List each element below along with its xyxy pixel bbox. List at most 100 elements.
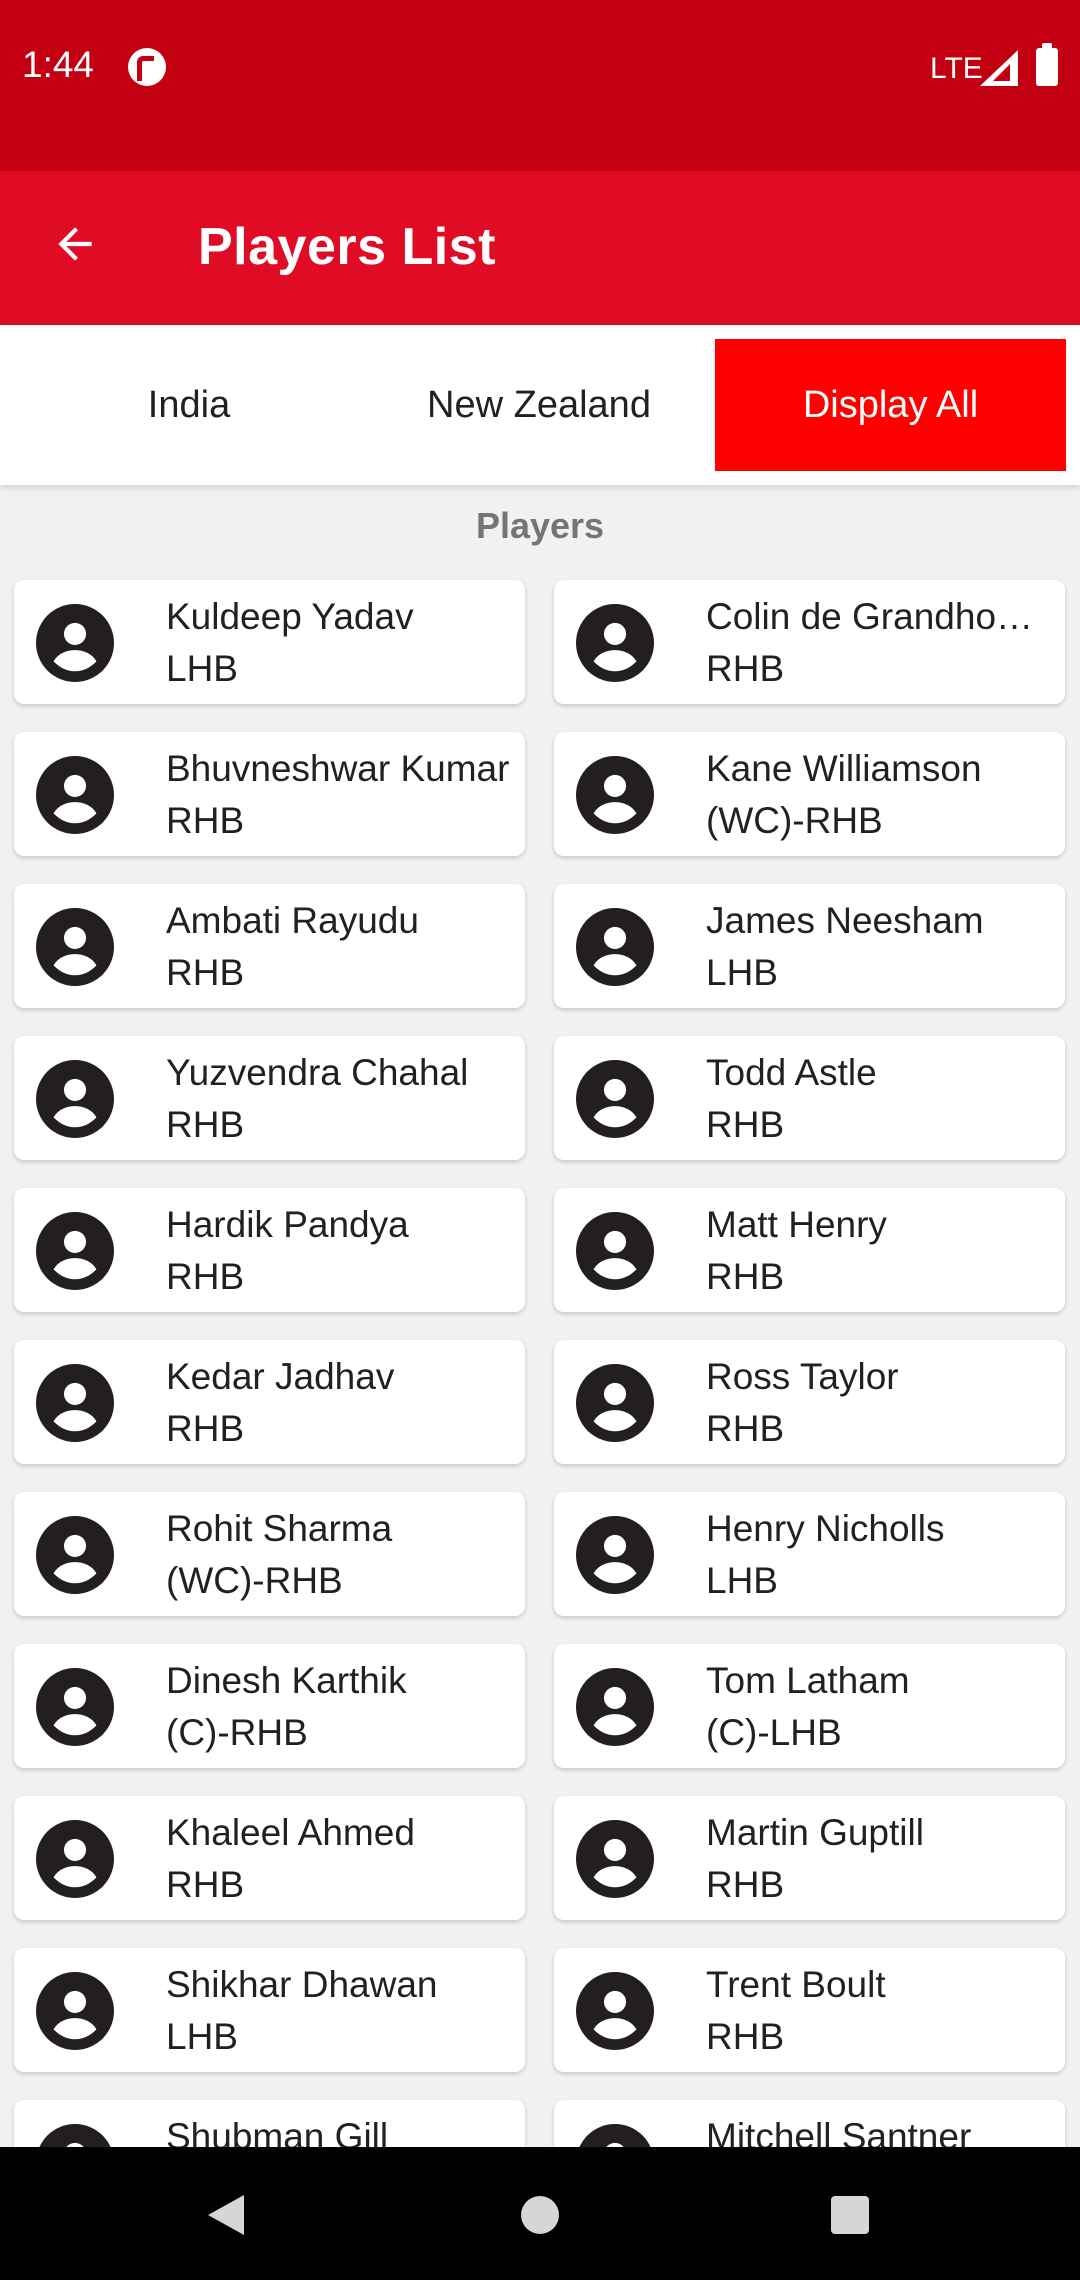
player-card[interactable]: Martin Guptill RHB <box>554 1796 1065 1920</box>
player-name: James Neesham <box>706 900 984 941</box>
account-circle-icon <box>36 756 114 834</box>
player-name: Rohit Sharma <box>166 1508 393 1549</box>
player-name: Colin de Grandhomme <box>706 596 1056 637</box>
tab-display-all[interactable]: Display All <box>715 339 1066 471</box>
player-row: Ambati Rayudu RHB James Neesham LHB <box>0 884 1080 1036</box>
page-title: Players List <box>198 218 496 276</box>
tab-new-zealand[interactable]: New Zealand <box>364 339 714 471</box>
player-role: RHB <box>706 1104 785 1145</box>
account-circle-icon <box>576 1060 654 1138</box>
player-row: Shubman Gill Mitchell Santner <box>0 2100 1080 2147</box>
player-card[interactable]: Rohit Sharma (WC)-RHB <box>14 1492 525 1616</box>
arrow-back-icon <box>58 227 92 261</box>
player-role: RHB <box>706 648 785 689</box>
player-card[interactable]: Khaleel Ahmed RHB <box>14 1796 525 1920</box>
player-name: Khaleel Ahmed <box>166 1812 415 1853</box>
account-circle-icon <box>576 1820 654 1898</box>
player-role: RHB <box>706 1256 785 1297</box>
player-role: RHB <box>706 1408 785 1449</box>
account-circle-icon <box>576 1972 654 2050</box>
player-name: Martin Guptill <box>706 1812 924 1853</box>
player-card[interactable]: Shubman Gill <box>14 2100 525 2147</box>
player-role: (WC)-RHB <box>166 1560 343 1601</box>
account-circle-icon <box>36 1364 114 1442</box>
player-card[interactable]: Mitchell Santner <box>554 2100 1065 2147</box>
section-title: Players <box>475 505 605 546</box>
player-card[interactable]: James Neesham LHB <box>554 884 1065 1008</box>
app-bar: Players List <box>0 171 1080 325</box>
player-row: Rohit Sharma (WC)-RHB Henry Nicholls LHB <box>0 1492 1080 1644</box>
account-circle-icon <box>36 908 114 986</box>
account-circle-icon <box>576 2124 654 2147</box>
player-card[interactable]: Kuldeep Yadav LHB <box>14 580 525 704</box>
player-name: Kane Williamson <box>706 748 982 789</box>
player-role: RHB <box>166 800 245 841</box>
nav-back-button[interactable] <box>196 2185 256 2245</box>
player-card[interactable]: Ross Taylor RHB <box>554 1340 1065 1464</box>
player-role: RHB <box>166 1104 245 1145</box>
player-card[interactable]: Shikhar Dhawan LHB <box>14 1948 525 2072</box>
nav-recents-button[interactable] <box>820 2185 880 2245</box>
player-name: Kuldeep Yadav <box>166 596 414 637</box>
player-card[interactable]: Kane Williamson (WC)-RHB <box>554 732 1065 856</box>
square-recents-icon <box>831 2196 869 2234</box>
player-card[interactable]: Kedar Jadhav RHB <box>14 1340 525 1464</box>
player-name: Kedar Jadhav <box>166 1356 395 1397</box>
account-circle-icon <box>36 1060 114 1138</box>
player-name: Trent Boult <box>706 1964 886 2005</box>
player-row: Dinesh Karthik (C)-RHB Tom Latham (C)-LHB <box>0 1644 1080 1796</box>
player-card[interactable]: Ambati Rayudu RHB <box>14 884 525 1008</box>
account-circle-icon <box>36 1668 114 1746</box>
player-card[interactable]: Hardik Pandya RHB <box>14 1188 525 1312</box>
nav-home-button[interactable] <box>510 2185 570 2245</box>
back-button[interactable] <box>40 209 110 279</box>
player-role: (C)-RHB <box>166 1712 308 1753</box>
player-name: Bhuvneshwar Kumar <box>166 748 510 789</box>
battery-icon <box>1036 43 1058 86</box>
player-row: Khaleel Ahmed RHB Martin Guptill RHB <box>0 1796 1080 1948</box>
system-nav-bar <box>0 2147 1080 2280</box>
player-name: Tom Latham <box>706 1660 910 1701</box>
player-name: Ross Taylor <box>706 1356 899 1397</box>
app-notification-icon <box>128 48 166 86</box>
player-row: Yuzvendra Chahal RHB Todd Astle RHB <box>0 1036 1080 1188</box>
players-grid: Kuldeep Yadav LHB Colin de Grandhomme RHB Bh… <box>0 580 1080 2147</box>
account-circle-icon <box>576 604 654 682</box>
status-bar: 1:44 LTE <box>0 0 1080 171</box>
player-card[interactable]: Yuzvendra Chahal RHB <box>14 1036 525 1160</box>
player-name: Henry Nicholls <box>706 1508 945 1549</box>
player-name: Matt Henry <box>706 1204 887 1245</box>
player-name: Hardik Pandya <box>166 1204 409 1245</box>
account-circle-icon <box>36 1820 114 1898</box>
player-card[interactable]: Trent Boult RHB <box>554 1948 1065 2072</box>
tab-india[interactable]: India <box>14 339 364 471</box>
player-role: RHB <box>706 1864 785 1905</box>
player-name: Yuzvendra Chahal <box>166 1052 469 1093</box>
account-circle-icon <box>36 2124 114 2147</box>
player-card[interactable]: Dinesh Karthik (C)-RHB <box>14 1644 525 1768</box>
circle-home-icon <box>521 2196 559 2234</box>
player-role: RHB <box>166 952 245 993</box>
account-circle-icon <box>36 1212 114 1290</box>
account-circle-icon <box>576 1516 654 1594</box>
player-card[interactable]: Colin de Grandhomme RHB <box>554 580 1065 704</box>
player-card[interactable]: Bhuvneshwar Kumar RHB <box>14 732 525 856</box>
player-card[interactable]: Henry Nicholls LHB <box>554 1492 1065 1616</box>
status-time: 1:44 <box>22 44 95 85</box>
player-card[interactable]: Matt Henry RHB <box>554 1188 1065 1312</box>
player-name: Mitchell Santner <box>706 2116 972 2147</box>
account-circle-icon <box>576 1668 654 1746</box>
player-role: RHB <box>166 1408 245 1449</box>
player-role: LHB <box>166 648 238 689</box>
player-role: LHB <box>706 952 778 993</box>
player-card[interactable]: Tom Latham (C)-LHB <box>554 1644 1065 1768</box>
player-card[interactable]: Todd Astle RHB <box>554 1036 1065 1160</box>
account-circle-icon <box>36 604 114 682</box>
player-role: LHB <box>706 1560 778 1601</box>
network-type: LTE <box>930 52 983 85</box>
player-row: Shikhar Dhawan LHB Trent Boult RHB <box>0 1948 1080 2100</box>
player-name: Shubman Gill <box>166 2116 389 2147</box>
players-list[interactable]: Players Kuldeep Yadav LHB Colin de Grandho… <box>0 485 1080 2147</box>
account-circle-icon <box>576 1364 654 1442</box>
player-row: Hardik Pandya RHB Matt Henry RHB <box>0 1188 1080 1340</box>
